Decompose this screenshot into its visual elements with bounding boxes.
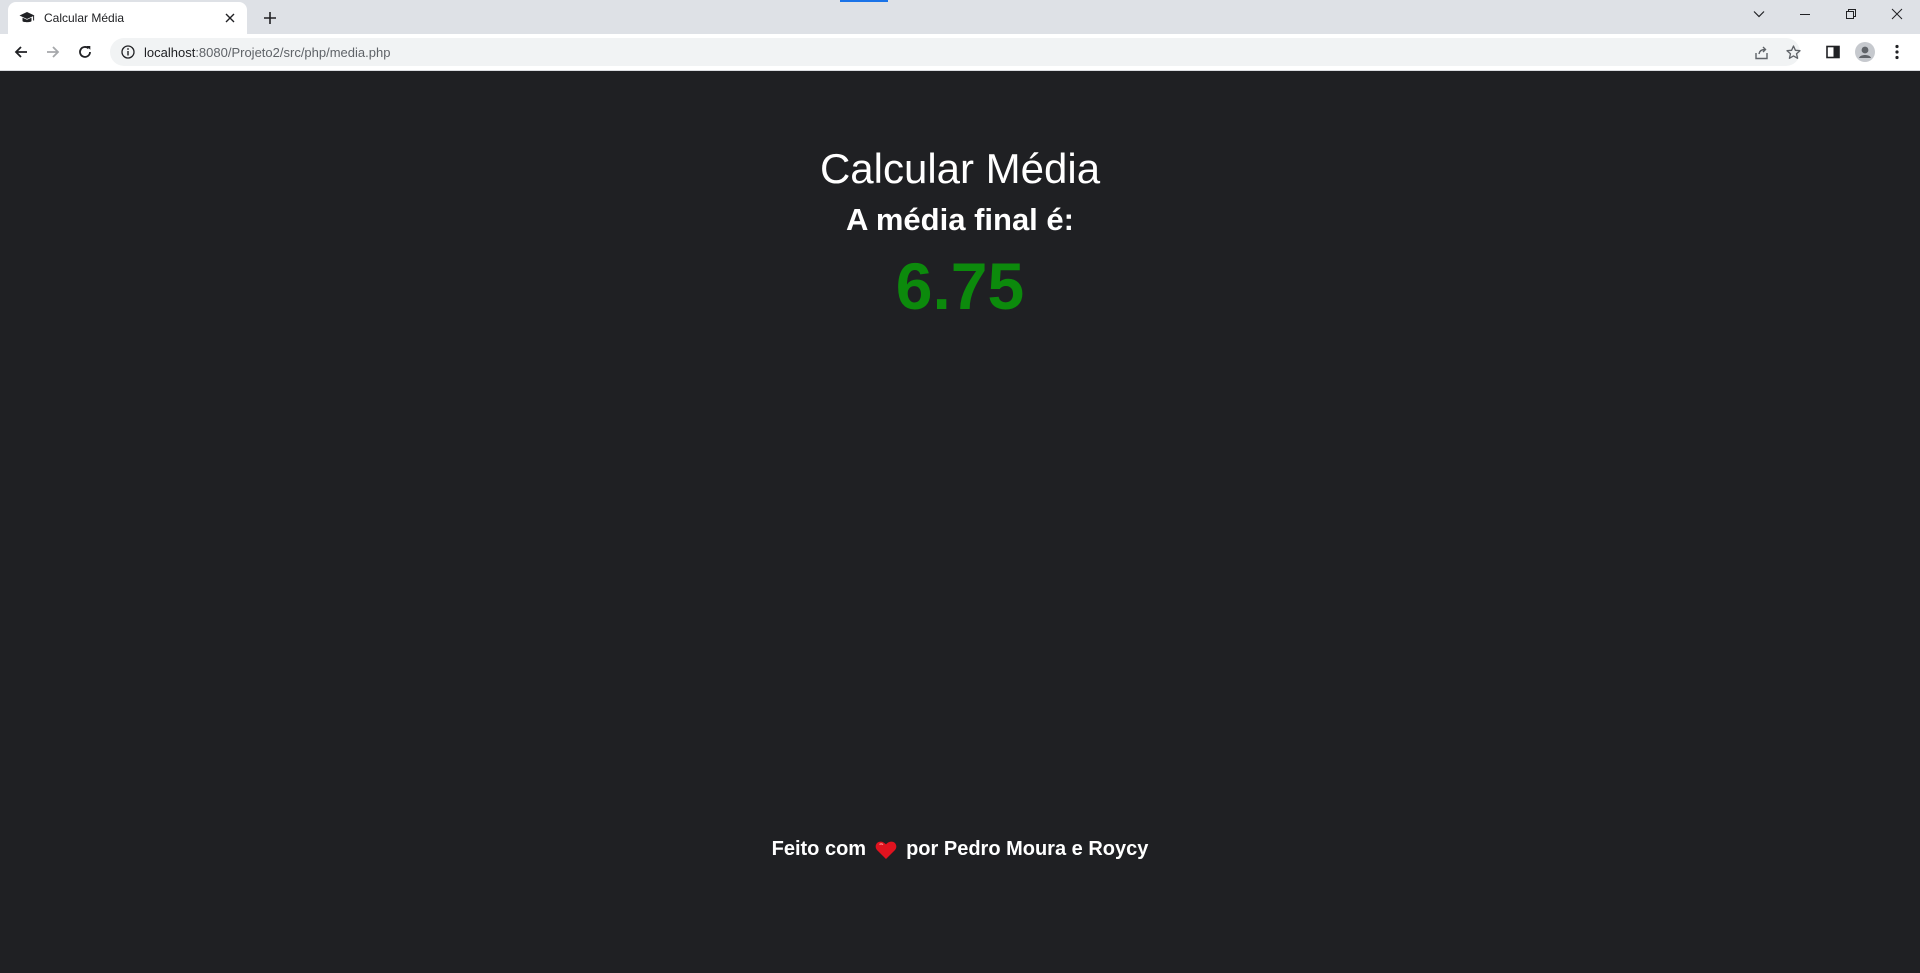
tab-search-button[interactable]	[1736, 0, 1782, 28]
footer-authors: por Pedro Moura e Roycy	[906, 838, 1149, 860]
avatar	[1855, 42, 1875, 62]
plus-icon	[264, 12, 276, 24]
restore-icon	[1846, 9, 1856, 19]
more-vert-icon	[1895, 44, 1899, 60]
reload-icon	[79, 46, 91, 58]
back-button[interactable]	[7, 38, 35, 66]
arrow-right-icon	[47, 46, 60, 58]
person-icon	[1859, 46, 1871, 58]
footer: Feito com por Pedro Moura e Roycy	[0, 838, 1920, 861]
site-info-icon[interactable]	[114, 38, 142, 66]
new-tab-button[interactable]	[258, 6, 282, 30]
star-icon	[1785, 44, 1801, 59]
side-panel-icon	[1826, 45, 1840, 59]
address-bar[interactable]: localhost:8080/Projeto2/src/php/media.ph…	[110, 38, 1801, 66]
url-path: :8080/Projeto2/src/php/media.php	[195, 44, 391, 60]
close-tab-icon[interactable]	[221, 9, 239, 27]
share-icon	[1754, 46, 1768, 59]
final-average-value: 6.75	[895, 249, 1025, 323]
loading-indicator	[840, 0, 888, 2]
footer-prefix: Feito com	[771, 838, 867, 860]
minimize-icon	[1800, 14, 1810, 15]
close-icon	[1891, 8, 1903, 20]
page-content: Calcular Média A média final é: 6.75 Fei…	[0, 71, 1920, 973]
restore-button[interactable]	[1828, 0, 1874, 28]
heart-icon	[875, 840, 897, 860]
side-panel-button[interactable]	[1819, 38, 1847, 66]
tab-strip: Calcular Média	[0, 0, 1920, 34]
graduation-cap-icon	[19, 10, 35, 26]
profile-button[interactable]	[1851, 38, 1879, 66]
close-window-button[interactable]	[1874, 0, 1920, 28]
page-title: Calcular Média	[819, 145, 1101, 192]
url-host: localhost	[144, 44, 196, 60]
share-button[interactable]	[1747, 38, 1775, 66]
forward-button[interactable]	[39, 38, 67, 66]
browser-toolbar: localhost:8080/Projeto2/src/php/media.ph…	[0, 34, 1920, 71]
menu-button[interactable]	[1883, 38, 1911, 66]
url-text: localhost:8080/Projeto2/src/php/media.ph…	[144, 45, 390, 60]
arrow-left-icon	[14, 46, 27, 58]
bookmark-button[interactable]	[1779, 38, 1807, 66]
tab-title: Calcular Média	[44, 11, 125, 25]
chevron-down-icon	[1753, 11, 1765, 18]
result-label: A média final é:	[846, 202, 1074, 237]
reload-button[interactable]	[71, 38, 99, 66]
browser-tab[interactable]: Calcular Média	[8, 2, 247, 34]
minimize-button[interactable]	[1782, 0, 1828, 28]
